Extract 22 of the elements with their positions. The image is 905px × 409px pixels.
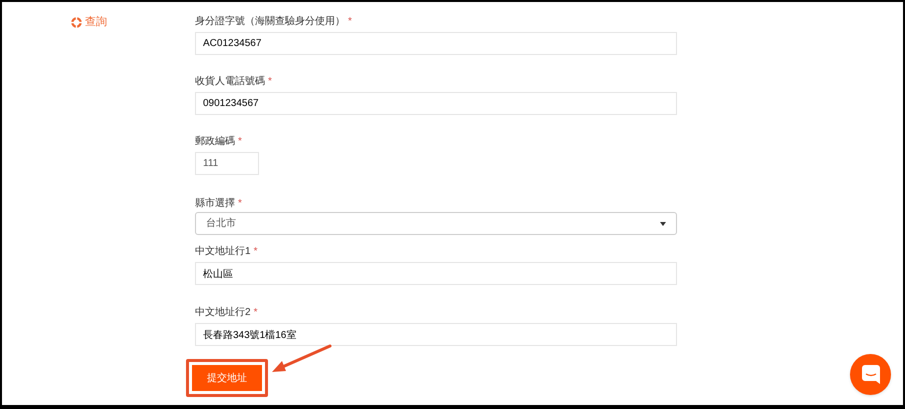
field-label: 中文地址行1 [195, 245, 251, 258]
input-field[interactable]: 0901234567 [195, 92, 677, 115]
city-select[interactable]: 台北市 [195, 212, 677, 235]
field-label: 縣市選擇 [195, 197, 235, 210]
required-mark: * [348, 15, 352, 28]
required-mark: * [254, 306, 258, 319]
input-field[interactable]: 松山區 [195, 262, 677, 285]
required-mark: * [238, 135, 242, 148]
input-field[interactable]: 111 [195, 152, 259, 175]
caret-icon [660, 222, 666, 226]
field-label: 收貨人電話號碼 [195, 75, 265, 88]
required-mark: * [238, 197, 242, 210]
chat-bubble-icon [862, 365, 880, 384]
chat-button[interactable] [850, 354, 891, 395]
input-field[interactable]: 長春路343號1檔16室 [195, 323, 677, 346]
field-label: 身分證字號（海關查驗身分使用） [195, 15, 345, 28]
field-label: 郵政編碼 [195, 135, 235, 148]
required-mark: * [254, 245, 258, 258]
input-field[interactable]: AC01234567 [195, 32, 677, 55]
required-mark: * [268, 75, 272, 88]
field-label: 中文地址行2 [195, 306, 251, 319]
lifebuoy-icon [71, 16, 82, 28]
